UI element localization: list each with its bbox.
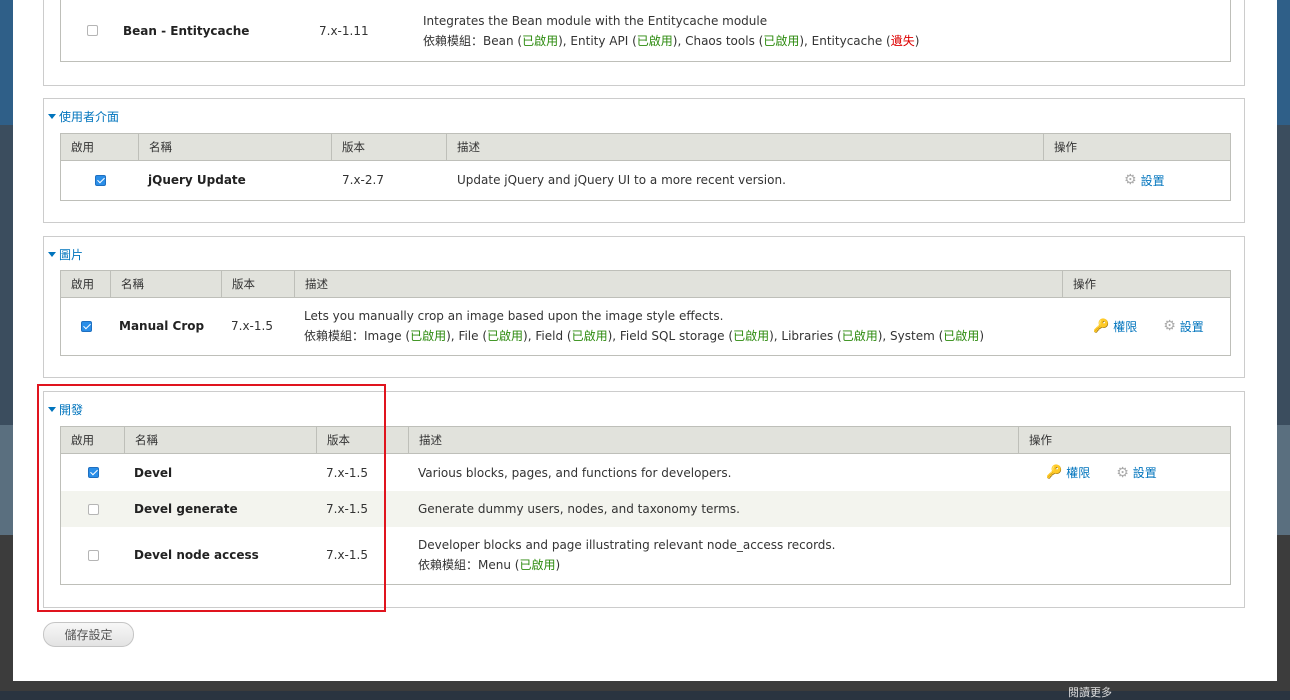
module-row-jquery-update: jQuery Update 7.x-2.7 Update jQuery and … — [61, 161, 1230, 199]
module-description: Various blocks, pages, and functions for… — [418, 465, 732, 480]
highlight-box — [37, 384, 386, 612]
permissions-label: 權限 — [1066, 466, 1091, 480]
dep-status: 已啟用 — [943, 329, 980, 343]
header-name: 名稱 — [111, 271, 222, 297]
fieldset-previous: Bean - Entitycache 7.x-1.11 Integrates t… — [43, 0, 1245, 86]
dep-name: System — [890, 329, 935, 343]
save-settings-button[interactable]: 儲存設定 — [43, 622, 134, 647]
header-operations: 操作 — [1054, 140, 1077, 154]
fieldset-image: 圖片 啟用 名稱 版本 描述 操作 Manual Crop 7.x-1.5 Le… — [43, 236, 1245, 378]
permissions-label: 權限 — [1113, 319, 1138, 334]
deps-prefix: 依賴模組： — [304, 329, 365, 343]
key-icon: 🔑 — [1046, 465, 1063, 480]
fieldset-legend[interactable]: 圖片 — [48, 246, 83, 263]
module-version: 7.x-1.5 — [231, 319, 273, 333]
header-description: 描述 — [409, 427, 1019, 453]
dep-name: Field — [535, 329, 564, 343]
module-name: Manual Crop — [119, 319, 205, 333]
configure-link[interactable]: ⚙ 設置 — [1116, 464, 1157, 481]
dep-status: 已啟用 — [571, 329, 608, 343]
module-description: Update jQuery and jQuery UI to a more re… — [457, 173, 786, 187]
module-description-text: Lets you manually crop an image based up… — [304, 309, 724, 323]
module-row-manual-crop: Manual Crop 7.x-1.5 Lets you manually cr… — [61, 298, 1230, 354]
key-icon: 🔑 — [1093, 318, 1110, 334]
dep-status: 已啟用 — [410, 329, 447, 343]
header-name: 名稱 — [139, 134, 332, 160]
module-description: Integrates the Bean module with the Enti… — [423, 11, 919, 51]
module-dependencies: 依賴模組：Image (已啟用), File (已啟用), Field (已啟用… — [304, 329, 984, 343]
header-enable: 啟用 — [61, 134, 139, 160]
configure-label: 設置 — [1140, 173, 1165, 188]
footer-text: 閱讀更多 — [1068, 686, 1112, 699]
header-operations: 操作 — [1073, 277, 1096, 291]
deps-prefix: 依賴模組： — [418, 558, 479, 572]
header-description: 描述 — [447, 134, 1044, 160]
dep-status: 已啟用 — [522, 33, 559, 48]
gear-icon: ⚙ — [1124, 172, 1137, 188]
dep-status: 已啟用 — [841, 329, 878, 343]
dep-name: Bean — [483, 33, 514, 48]
module-version: 7.x-2.7 — [342, 173, 384, 187]
module-dependencies: 依賴模組：Bean (已啟用), Entity API (已啟用), Chaos… — [423, 33, 920, 48]
collapse-triangle-icon — [48, 252, 56, 257]
gear-icon: ⚙ — [1163, 318, 1176, 334]
dep-name: Entitycache — [811, 33, 883, 48]
dep-name: Chaos tools — [685, 33, 755, 48]
header-version: 版本 — [222, 271, 295, 297]
module-name: Bean - Entitycache — [123, 23, 250, 38]
table-header: 啟用 名稱 版本 描述 操作 — [61, 271, 1230, 298]
configure-label: 設置 — [1179, 319, 1204, 334]
module-dependencies: 依賴模組：Menu (已啟用) — [418, 558, 561, 572]
module-description: Generate dummy users, nodes, and taxonom… — [418, 502, 740, 516]
configure-link[interactable]: ⚙ 設置 — [1124, 172, 1230, 189]
permissions-link[interactable]: 🔑 權限 — [1093, 318, 1137, 335]
fieldset-title: 使用者介面 — [59, 110, 120, 124]
module-description: Developer blocks and page illustrating r… — [409, 535, 1019, 575]
fieldset-title: 圖片 — [59, 248, 84, 262]
dep-name: Entity API — [570, 33, 629, 48]
configure-label: 設置 — [1132, 466, 1157, 480]
dep-status: 已啟用 — [487, 329, 524, 343]
fieldset-user-interface: 使用者介面 啟用 名稱 版本 描述 操作 jQuery Update 7.x-2… — [43, 98, 1245, 223]
collapse-triangle-icon — [48, 114, 56, 119]
module-description-text: Developer blocks and page illustrating r… — [418, 538, 836, 552]
dep-status-missing: 遺失 — [890, 33, 915, 48]
dep-status: 已啟用 — [763, 33, 800, 48]
header-description: 描述 — [295, 271, 1063, 297]
gear-icon: ⚙ — [1116, 464, 1129, 481]
header-enable: 啟用 — [61, 271, 111, 297]
fieldset-legend[interactable]: 使用者介面 — [48, 108, 119, 125]
dep-status: 已啟用 — [636, 33, 673, 48]
header-operations: 操作 — [1029, 433, 1052, 447]
enable-checkbox[interactable] — [94, 174, 106, 186]
dep-status: 已啟用 — [733, 329, 770, 343]
dep-name: Image — [364, 329, 402, 343]
enable-checkbox[interactable] — [80, 320, 92, 332]
modules-table: 啟用 名稱 版本 描述 操作 Manual Crop 7.x-1.5 Lets … — [60, 270, 1231, 356]
modules-table: Bean - Entitycache 7.x-1.11 Integrates t… — [60, 0, 1231, 62]
dep-name: Libraries — [781, 329, 834, 343]
enable-checkbox[interactable] — [86, 25, 98, 36]
module-version: 7.x-1.11 — [319, 23, 369, 38]
dep-name: File — [458, 329, 479, 343]
module-description: Lets you manually crop an image based up… — [295, 306, 1063, 346]
dep-name: Field SQL storage — [619, 329, 725, 343]
dep-status: 已啟用 — [519, 558, 556, 572]
table-header: 啟用 名稱 版本 描述 操作 — [61, 134, 1230, 161]
deps-prefix: 依賴模組： — [423, 33, 484, 48]
module-name: jQuery Update — [148, 173, 246, 187]
module-row-bean-entitycache: Bean - Entitycache 7.x-1.11 Integrates t… — [61, 0, 1230, 61]
modules-table: 啟用 名稱 版本 描述 操作 jQuery Update 7.x-2.7 Upd… — [60, 133, 1231, 201]
configure-link[interactable]: ⚙ 設置 — [1163, 318, 1204, 335]
header-version: 版本 — [332, 134, 447, 160]
module-description-text: Integrates the Bean module with the Enti… — [423, 13, 768, 28]
dep-name: Menu — [478, 558, 511, 572]
permissions-link[interactable]: 🔑 權限 — [1046, 464, 1090, 481]
